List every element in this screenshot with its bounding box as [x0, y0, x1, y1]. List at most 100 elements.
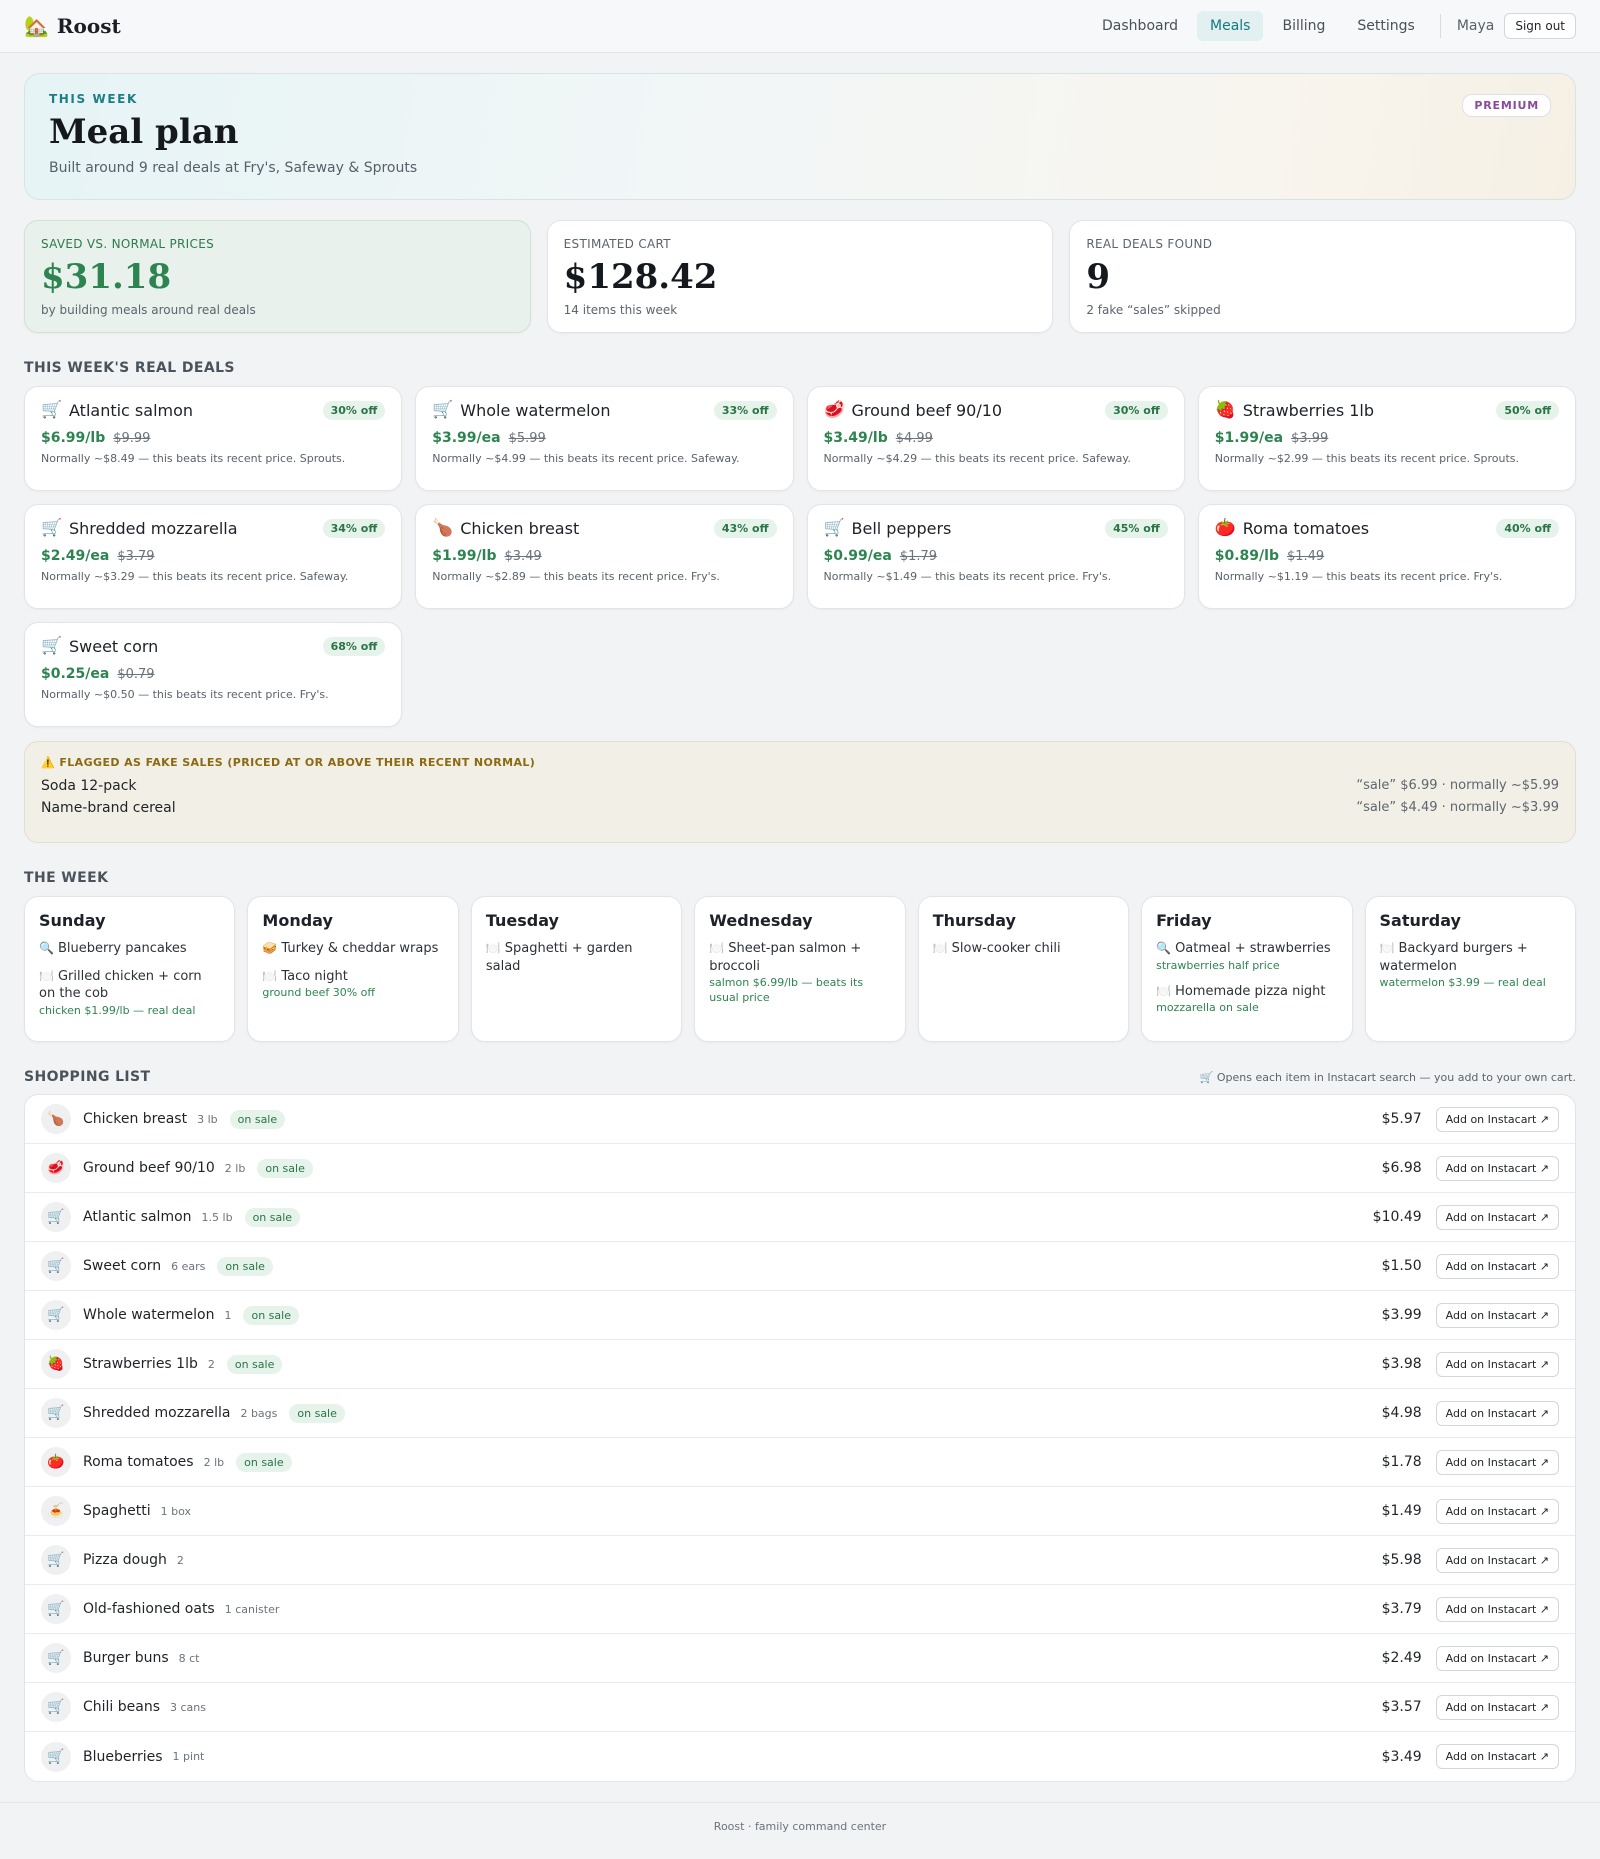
shopping-row: 🛒 Pizza dough 2 $5.98 Add on Instacart ↗ [25, 1536, 1575, 1585]
shopping-row: 🍓 Strawberries 1lb 2 on sale $3.98 Add on Ins… [25, 1340, 1575, 1389]
nav-meals[interactable]: Meals [1197, 11, 1264, 41]
fake-sale-row: Name-brand cereal “sale” $4.49 · normall… [41, 800, 1559, 816]
original-price: $3.49 [504, 549, 542, 564]
sale-price: $3.99/ea [432, 430, 501, 446]
nav-dashboard[interactable]: Dashboard [1089, 11, 1191, 41]
on-sale-badge: on sale [257, 1158, 313, 1178]
item-name: Spaghetti [83, 1503, 151, 1519]
item-quantity: 2 [176, 1553, 184, 1567]
original-price: $5.99 [508, 431, 546, 446]
item-icon: 🥩 [41, 1153, 71, 1183]
add-on-instacart-button[interactable]: Add on Instacart ↗ [1435, 1106, 1559, 1132]
deals-grid: 🛒 Atlantic salmon 30% off $6.99/lb $9.99 Norm… [24, 386, 1576, 727]
shopping-list-header: SHOPPING LIST 🛒 Opens each item in Insta… [24, 1042, 1576, 1085]
deal-header: 🛒 Atlantic salmon 30% off [41, 401, 386, 420]
discount-badge: 33% off [713, 401, 777, 420]
item-name: Ground beef 90/10 [83, 1160, 215, 1176]
day-card: Thursday 🍽️ Slow-cooker chili [917, 896, 1130, 1042]
item-quantity: 1.5 lb [201, 1210, 233, 1224]
add-on-instacart-button[interactable]: Add on Instacart ↗ [1435, 1449, 1559, 1475]
stat-label: SAVED VS. NORMAL PRICES [41, 237, 214, 251]
shopping-row: 🛒 Blueberries 1 pint $3.49 Add on Instacart … [25, 1732, 1575, 1781]
item-price: $3.57 [1381, 1699, 1422, 1715]
item-icon: 🍝 [41, 1496, 71, 1526]
add-on-instacart-button[interactable]: Add on Instacart ↗ [1435, 1302, 1559, 1328]
page-title: Meal plan [49, 112, 239, 152]
item-name: Chili beans [83, 1699, 161, 1715]
meal-icon: 🔍 [39, 941, 54, 955]
deal-header: 🛒 Whole watermelon 33% off [432, 400, 777, 420]
item-quantity: 6 ears [171, 1259, 206, 1273]
meal-item: 🍽️ Grilled chicken + corn on the cob chick… [39, 968, 220, 1018]
item-name: Sweet corn [83, 1258, 162, 1274]
item-name: Atlantic salmon [83, 1209, 192, 1225]
item-price: $1.49 [1381, 1503, 1422, 1519]
on-sale-badge: on sale [244, 1207, 301, 1227]
add-on-instacart-button[interactable]: Add on Instacart ↗ [1435, 1498, 1559, 1524]
item-icon: 🛒 [41, 1251, 71, 1281]
discount-badge: 40% off [1496, 519, 1559, 538]
day-card: Sunday 🔍 Blueberry pancakes 🍽️ Grilled chick… [24, 896, 236, 1042]
meal-name: Grilled chicken + corn on the cob [39, 968, 202, 1002]
top-navbar: 🏡 Roost Dashboard Meals Billing Settings… [0, 0, 1600, 53]
premium-badge: PREMIUM [1462, 94, 1551, 117]
deal-note: Normally ~$1.19 — this beats its recent … [1214, 570, 1503, 583]
deal-header: 🍗 Chicken breast 43% off [432, 518, 777, 538]
meal-icon: 🍽️ [1156, 983, 1172, 998]
cart-icon: 🍓 [1214, 400, 1236, 420]
item-quantity: 1 box [160, 1504, 191, 1518]
item-price: $1.78 [1381, 1454, 1422, 1470]
add-on-instacart-button[interactable]: Add on Instacart ↗ [1435, 1596, 1559, 1622]
meal-deal-note: strawberries half price [1156, 958, 1280, 972]
fake-sale-price: “sale” $4.49 · normally ~$3.99 [1356, 800, 1559, 815]
deal-name: Roma tomatoes [1242, 519, 1370, 538]
item-price: $3.49 [1381, 1748, 1422, 1765]
item-icon: 🛒 [41, 1692, 71, 1722]
item-quantity: 2 lb [203, 1455, 225, 1469]
add-on-instacart-button[interactable]: Add on Instacart ↗ [1435, 1253, 1559, 1279]
item-quantity: 3 cans [170, 1700, 207, 1714]
nav-billing[interactable]: Billing [1269, 11, 1338, 41]
deal-card: 🍅 Roma tomatoes 40% off $0.89/lb $1.49 Normal… [1197, 504, 1576, 609]
cart-icon: 🛒 [432, 400, 454, 420]
day-card: Monday 🥪 Turkey & cheddar wraps 🍽️ Taco nigh… [247, 896, 459, 1042]
item-price: $3.99 [1381, 1307, 1422, 1323]
shopping-row: 🛒 Shredded mozzarella 2 bags on sale $4.98 Ad… [25, 1389, 1575, 1438]
add-on-instacart-button[interactable]: Add on Instacart ↗ [1435, 1744, 1559, 1769]
shopping-row: 🛒 Atlantic salmon 1.5 lb on sale $10.49 Add o… [25, 1193, 1575, 1242]
discount-badge: 30% off [1105, 401, 1168, 420]
footer-text: Roost · family command center [713, 1820, 887, 1833]
stat-note: by building meals around real deals [41, 303, 256, 317]
shopping-row: 🛒 Burger buns 8 ct $2.49 Add on Instacart ↗ [25, 1634, 1575, 1683]
sign-out-button[interactable]: Sign out [1504, 13, 1576, 39]
shopping-section-title: SHOPPING LIST [24, 1069, 151, 1085]
deal-note: Normally ~$8.49 — this beats its recent … [41, 452, 346, 465]
nav-divider [1439, 14, 1441, 38]
brand[interactable]: 🏡 Roost [24, 14, 121, 38]
item-icon: 🍗 [41, 1104, 71, 1134]
nav-settings[interactable]: Settings [1344, 11, 1427, 41]
add-on-instacart-button[interactable]: Add on Instacart ↗ [1435, 1204, 1559, 1230]
stat-label: ESTIMATED CART [563, 237, 671, 251]
add-on-instacart-button[interactable]: Add on Instacart ↗ [1435, 1547, 1559, 1573]
fake-sale-name: Name-brand cereal [41, 800, 176, 816]
meal-item: 🍽️ Backyard burgers + watermelon watermelo… [1380, 940, 1561, 990]
stat-note: 2 fake “sales” skipped [1086, 303, 1221, 317]
add-on-instacart-button[interactable]: Add on Instacart ↗ [1435, 1155, 1559, 1181]
meal-item: 🍽️ Homemade pizza night mozzarella on sale [1156, 983, 1337, 1016]
main-content: THIS WEEK Meal plan Built around 9 real … [0, 73, 1600, 1782]
add-on-instacart-button[interactable]: Add on Instacart ↗ [1435, 1645, 1559, 1671]
deal-name: Chicken breast [460, 519, 580, 538]
deal-card: 🛒 Bell peppers 45% off $0.99/ea $1.79 Normall… [806, 504, 1185, 609]
meal-deal-note: watermelon $3.99 — real deal [1379, 976, 1546, 990]
stat-value: 9 [1086, 257, 1111, 297]
add-on-instacart-button[interactable]: Add on Instacart ↗ [1435, 1694, 1559, 1720]
item-quantity: 1 [224, 1308, 232, 1322]
cart-icon: 🍗 [432, 518, 454, 538]
add-on-instacart-button[interactable]: Add on Instacart ↗ [1435, 1400, 1559, 1426]
deal-name: Ground beef 90/10 [851, 401, 1003, 420]
deal-price: $2.49/ea $3.79 [41, 548, 385, 564]
add-on-instacart-button[interactable]: Add on Instacart ↗ [1435, 1351, 1559, 1377]
main-nav: Dashboard Meals Billing Settings Maya Si… [1089, 11, 1576, 41]
deal-note: Normally ~$0.50 — this beats its recent … [41, 688, 329, 701]
